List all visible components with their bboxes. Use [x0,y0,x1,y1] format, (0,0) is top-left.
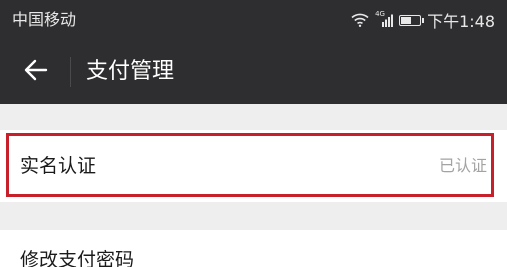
battery-level [401,16,412,24]
page-title: 支付管理 [86,59,175,84]
nav-divider [70,57,71,87]
arrow-left-icon [24,59,48,85]
network-type-label: 4G [375,10,385,18]
list-item-change-payment-password[interactable]: 修改支付密码 [0,230,507,267]
status-indicators: 4G 下午1:48 [351,9,495,31]
section-spacer [0,104,507,130]
wifi-icon [351,13,369,27]
clock: 下午1:48 [427,12,495,31]
status-bar: 中国移动 4G 下午1:48 [0,0,507,40]
carrier-label: 中国移动 [12,10,77,29]
highlight-annotation-box [6,133,494,197]
battery-icon [399,14,425,26]
list-item-label: 修改支付密码 [20,249,135,267]
back-button[interactable] [16,54,56,90]
signal-icon: 4G [375,10,394,27]
app-screen: 中国移动 4G 下午1:48 支付管理 实名认证 已认证 修改支付密码 [0,0,507,267]
navigation-bar: 支付管理 [0,40,507,104]
section-spacer [0,202,507,230]
